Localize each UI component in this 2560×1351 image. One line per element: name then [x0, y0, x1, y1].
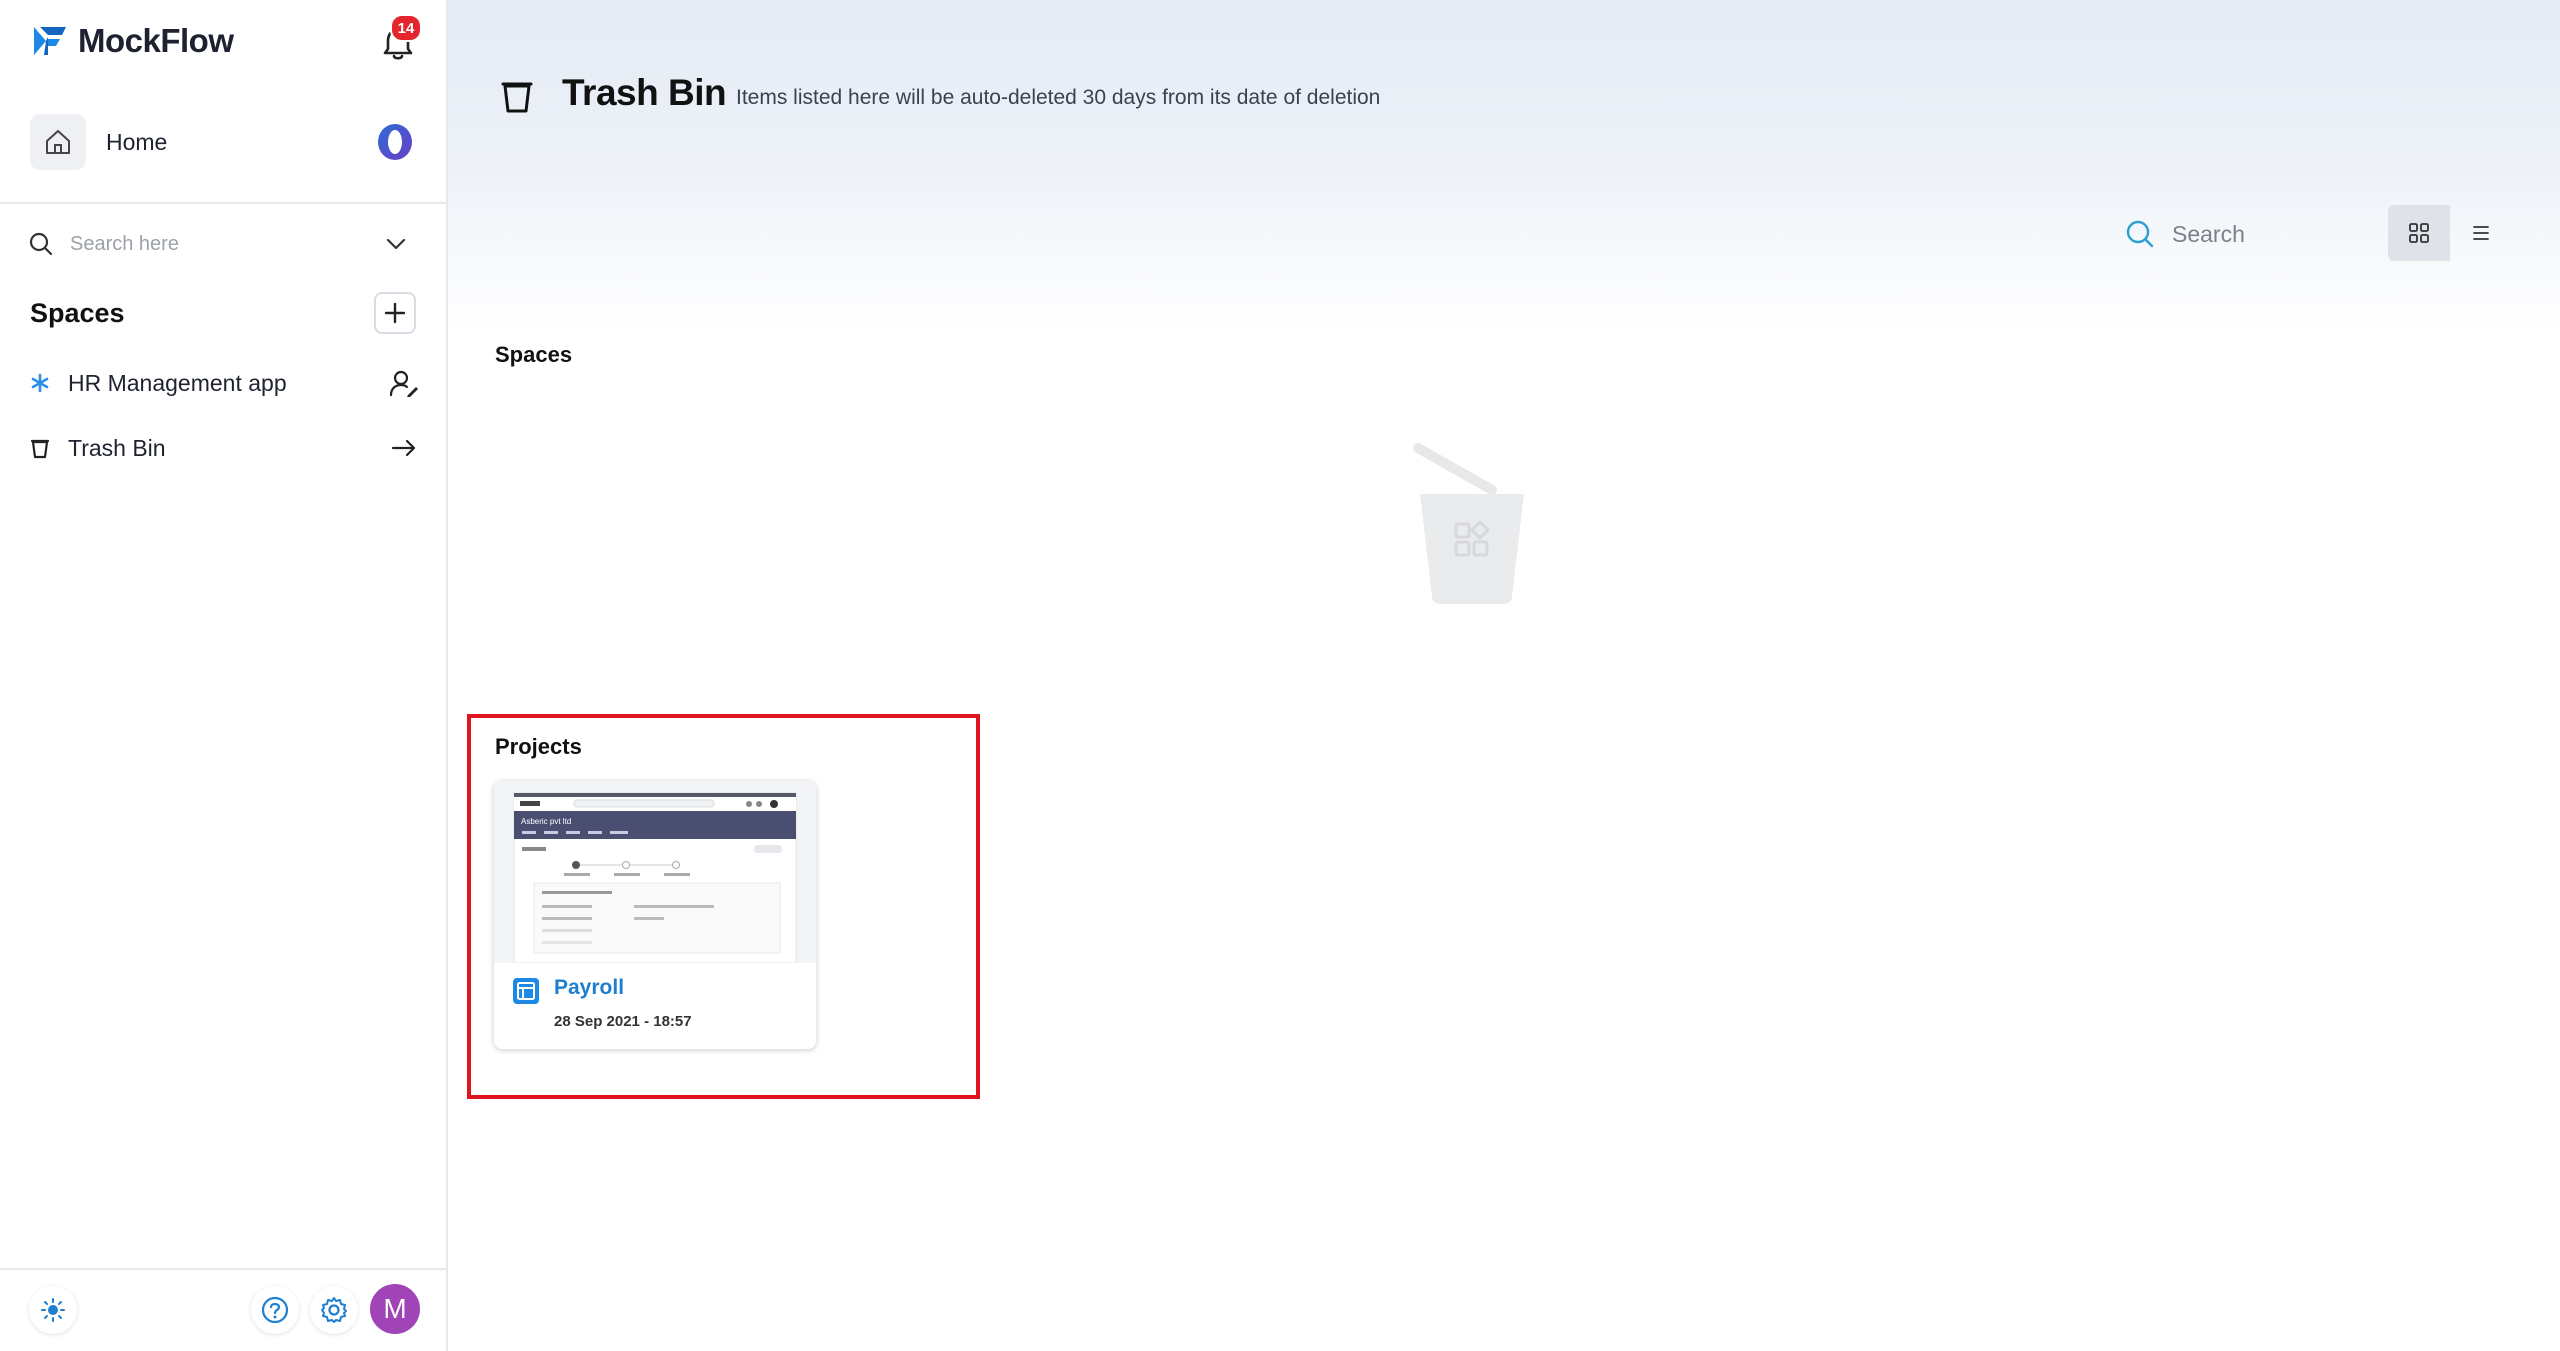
trash-icon: [501, 82, 533, 113]
home-icon: [46, 130, 70, 154]
plus-icon: [384, 302, 406, 324]
home-nav[interactable]: Home: [30, 112, 420, 172]
home-button[interactable]: [30, 114, 86, 170]
mockflow-logo[interactable]: MockFlow: [32, 22, 234, 60]
sun-icon: [41, 1298, 65, 1322]
asterisk-icon: [31, 373, 49, 393]
view-toggle: [2388, 205, 2512, 261]
app-name: MockFlow: [78, 22, 234, 59]
main-search[interactable]: [2124, 214, 2364, 254]
notification-badge: 14: [390, 14, 422, 42]
help-icon: [261, 1296, 289, 1324]
sidebar-item-hr-management-app[interactable]: HR Management app: [30, 363, 420, 403]
page-subtitle: Items listed here will be auto-deleted 3…: [736, 86, 1381, 109]
organization-logo-icon[interactable]: [374, 121, 416, 163]
grid-view-button[interactable]: [2388, 205, 2450, 261]
search-icon: [2126, 220, 2154, 248]
arrow-right-icon[interactable]: [388, 432, 420, 464]
gear-icon: [321, 1297, 347, 1323]
sidebar: MockFlow 14 Home Spaces: [0, 0, 448, 1351]
sidebar-item-label: Trash Bin: [68, 434, 166, 461]
spaces-section-title: Spaces: [495, 342, 573, 367]
main-content: Trash Bin Items listed here will be auto…: [448, 0, 2560, 1351]
sidebar-item-trash-bin[interactable]: Trash Bin: [30, 428, 420, 468]
list-view-button[interactable]: [2450, 205, 2512, 261]
settings-button[interactable]: [310, 1286, 358, 1334]
theme-toggle-button[interactable]: [29, 1286, 77, 1334]
sidebar-footer-divider: [0, 1268, 446, 1270]
sidebar-divider: [0, 202, 446, 204]
search-icon: [29, 232, 53, 256]
sidebar-item-label: HR Management app: [68, 369, 287, 396]
help-button[interactable]: [251, 1286, 299, 1334]
main-search-input[interactable]: [2170, 219, 2354, 249]
user-edit-icon[interactable]: [388, 367, 420, 399]
sidebar-spaces-title: Spaces: [30, 298, 125, 328]
chevron-down-icon[interactable]: [382, 230, 410, 258]
grid-icon: [2409, 223, 2429, 243]
trash-icon: [30, 439, 50, 459]
selection-highlight: [467, 714, 980, 1099]
add-space-button[interactable]: [374, 292, 416, 334]
empty-trash-illustration-icon: [1413, 443, 1524, 604]
home-label: Home: [106, 128, 168, 155]
user-avatar[interactable]: M: [370, 1284, 420, 1334]
sidebar-search[interactable]: [28, 226, 418, 262]
list-icon: [2473, 226, 2489, 240]
sidebar-search-input[interactable]: [68, 231, 372, 257]
page-title: Trash Bin: [562, 72, 727, 113]
mockflow-logo-icon: [34, 27, 66, 55]
